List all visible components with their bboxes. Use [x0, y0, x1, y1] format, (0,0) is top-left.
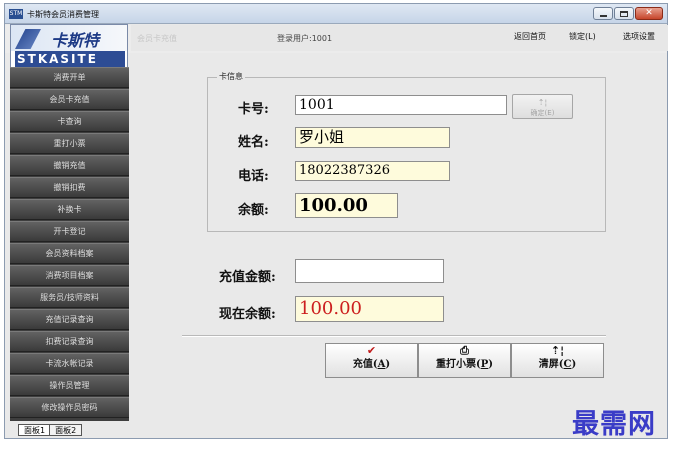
home-link[interactable]: 返回首页	[514, 31, 546, 42]
clear-icon: ⇡¦	[550, 344, 565, 357]
sidebar-item-cancel-deduct[interactable]: 撤销扣费	[10, 177, 129, 198]
sidebar-item-member-archive[interactable]: 会员资料档案	[10, 243, 129, 264]
confirm-button[interactable]: ⇡¦ 确定(E)	[512, 94, 573, 119]
maximize-icon	[620, 10, 628, 17]
card-info-legend: 卡信息	[217, 71, 245, 82]
login-user-label: 登录用户:1001	[277, 34, 333, 43]
sidebar-item-operators[interactable]: 操作员管理	[10, 375, 129, 396]
balance-label: 余额:	[238, 203, 269, 218]
tab-panel-2[interactable]: 面板2	[49, 424, 83, 436]
recharge-button[interactable]: ✔ 充值(A)	[325, 343, 418, 378]
printer-icon: ⎙	[460, 344, 469, 357]
sidebar-item-reprint[interactable]: 重打小票	[10, 133, 129, 154]
card-no-label: 卡号:	[238, 102, 269, 117]
check-icon: ✔	[366, 344, 377, 357]
sidebar-item-change-password[interactable]: 修改操作员密码	[10, 397, 129, 418]
sidebar-item-replace-card[interactable]: 补换卡	[10, 199, 129, 220]
sidebar: 消费开单 会员卡充值 卡查询 重打小票 撤销充值 撤销扣费 补换卡 开卡登记 会…	[10, 67, 129, 421]
phone-field: 18022387326	[295, 161, 450, 181]
window-title: 卡斯特会员消费管理	[27, 10, 99, 19]
minimize-icon	[599, 14, 607, 17]
clear-button[interactable]: ⇡¦ 清屏(C)	[511, 343, 604, 378]
maximize-button[interactable]	[614, 7, 634, 20]
window-controls: ✕	[593, 7, 663, 20]
app-logo: 卡斯特 STKASITE	[10, 24, 128, 68]
logo-cn-text: 卡斯特	[51, 31, 100, 50]
sidebar-item-billing[interactable]: 消费开单	[10, 67, 129, 88]
recharge-amount-input[interactable]	[295, 259, 444, 283]
current-balance-field: 100.00	[295, 296, 444, 322]
tab-panel-1[interactable]: 面板1	[18, 424, 52, 436]
balance-field: 100.00	[295, 193, 398, 218]
phone-label: 电话:	[238, 169, 269, 184]
sidebar-item-staff[interactable]: 服务员/技师资料	[10, 287, 129, 308]
logo-en-text: STKASITE	[15, 51, 125, 67]
recharge-amount-label: 充值金额:	[219, 270, 276, 285]
sidebar-item-cancel-recharge[interactable]: 撤销充值	[10, 155, 129, 176]
sidebar-item-open-card[interactable]: 开卡登记	[10, 221, 129, 242]
close-button[interactable]: ✕	[635, 7, 663, 20]
sidebar-item-item-archive[interactable]: 消费项目档案	[10, 265, 129, 286]
sidebar-item-card-ledger[interactable]: 卡流水帐记录	[10, 353, 129, 374]
recharge-button-label: 充值(	[352, 359, 378, 370]
confirm-icon: ⇡¦	[537, 98, 548, 107]
close-icon: ✕	[645, 8, 653, 18]
breadcrumb: 会员卡充值	[137, 34, 177, 43]
name-label: 姓名:	[238, 135, 269, 150]
header-bar: 会员卡充值 登录用户:1001 返回首页 锁定(L) 选项设置	[131, 25, 668, 51]
confirm-label: 确定(E)	[530, 109, 555, 117]
divider	[182, 335, 606, 337]
current-balance-label: 现在余额:	[219, 307, 276, 322]
sidebar-item-recharge-log[interactable]: 充值记录查询	[10, 309, 129, 330]
title-bar[interactable]: STM 卡斯特会员消费管理 ✕	[5, 4, 667, 24]
name-field: 罗小姐	[295, 127, 450, 148]
watermark-text: 最需网	[572, 409, 656, 440]
minimize-button[interactable]	[593, 7, 613, 20]
app-icon: STM	[9, 9, 23, 19]
card-no-input[interactable]: 1001	[295, 95, 507, 115]
sidebar-item-deduct-log[interactable]: 扣费记录查询	[10, 331, 129, 352]
lock-link[interactable]: 锁定(L)	[569, 31, 596, 42]
sidebar-item-recharge[interactable]: 会员卡充值	[10, 89, 129, 110]
panel-tabs: 面板1 面板2	[18, 423, 83, 436]
settings-link[interactable]: 选项设置	[623, 31, 655, 42]
reprint-button-label: 重打小票(	[436, 359, 481, 370]
clear-button-label: 清屏(	[538, 359, 564, 370]
reprint-button[interactable]: ⎙ 重打小票(P)	[418, 343, 511, 378]
sidebar-item-card-query[interactable]: 卡查询	[10, 111, 129, 132]
